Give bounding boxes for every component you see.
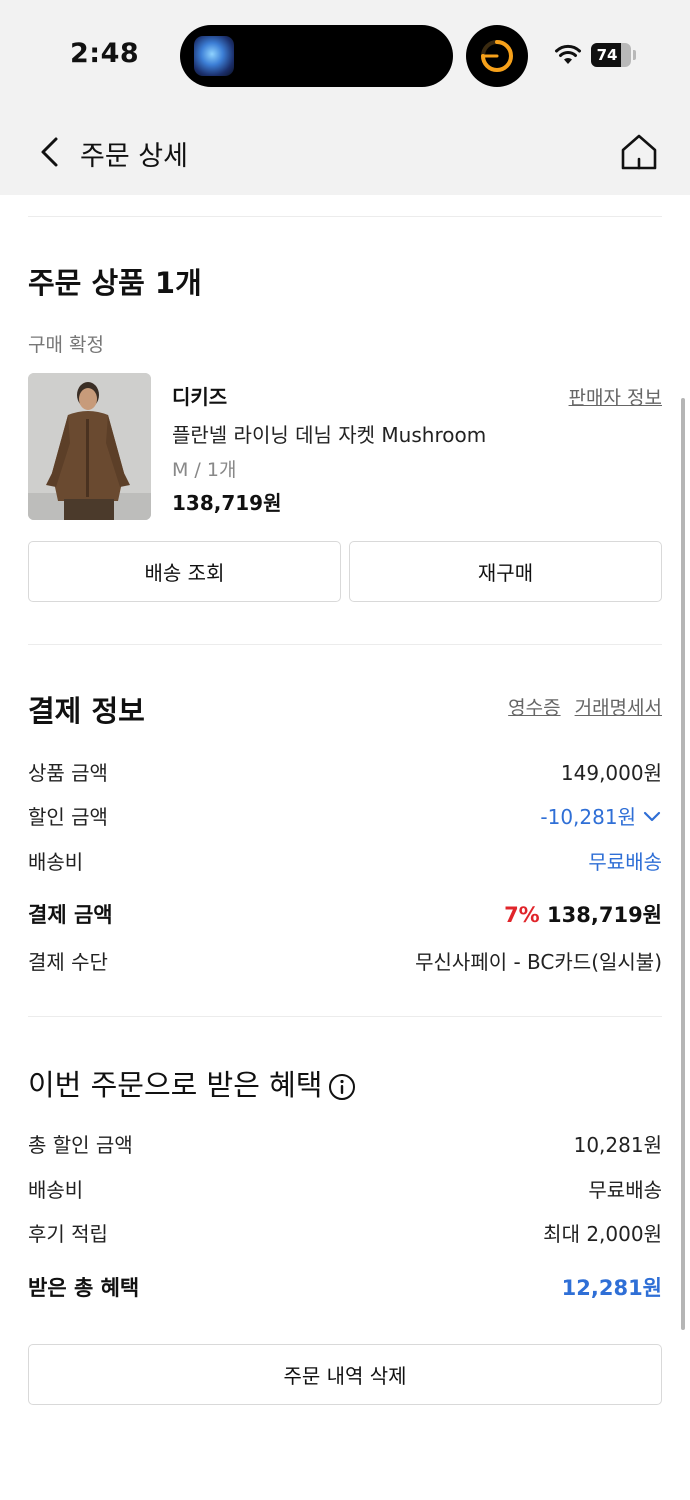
receipt-link[interactable]: 영수증 bbox=[508, 697, 560, 719]
timer-activity bbox=[466, 25, 528, 87]
payment-title: 결제 정보 bbox=[28, 694, 145, 728]
payment-method-value: 무신사페이 - BC카드(일시불) bbox=[415, 950, 662, 974]
statement-link[interactable]: 거래명세서 bbox=[575, 697, 662, 719]
review-points-value: 최대 2,000원 bbox=[543, 1222, 662, 1246]
total-amount: 7% 138,719원 bbox=[504, 899, 662, 929]
delete-order-button[interactable]: 주문 내역 삭제 bbox=[28, 1344, 662, 1405]
payment-method-label: 결제 수단 bbox=[28, 950, 108, 974]
battery-icon: 74 bbox=[591, 43, 631, 67]
benefit-shipping-label: 배송비 bbox=[28, 1178, 84, 1202]
status-bar: 2:48 74 bbox=[0, 0, 690, 110]
seller-info-link[interactable]: 판매자 정보 bbox=[569, 383, 662, 410]
product-option: M / 1개 bbox=[172, 459, 237, 481]
info-icon[interactable] bbox=[328, 1073, 356, 1101]
received-benefit-value: 12,281원 bbox=[561, 1276, 662, 1300]
battery-nub bbox=[633, 50, 636, 60]
total-discount-percent: 7% bbox=[504, 903, 540, 927]
scrollbar[interactable] bbox=[681, 398, 685, 1330]
nav-bar: 주문 상세 bbox=[0, 110, 690, 195]
shipping-value: 무료배송 bbox=[588, 850, 662, 874]
product-price: 138,719원 bbox=[172, 491, 282, 515]
discount-toggle[interactable]: -10,281원 bbox=[540, 801, 662, 830]
chevron-down-icon bbox=[643, 811, 661, 821]
total-discount-value: 10,281원 bbox=[573, 1133, 662, 1157]
dynamic-island bbox=[180, 25, 453, 87]
rebuy-button[interactable]: 재구매 bbox=[349, 541, 662, 602]
benefit-shipping-value: 무료배송 bbox=[588, 1178, 662, 1202]
total-discount-label: 총 할인 금액 bbox=[28, 1133, 133, 1157]
total-value: 138,719원 bbox=[547, 903, 662, 927]
section-divider bbox=[28, 644, 662, 645]
product-brand[interactable]: 디키즈 bbox=[172, 381, 227, 410]
timer-icon bbox=[481, 40, 513, 72]
benefits-title-wrap: 이번 주문으로 받은 혜택 bbox=[28, 1062, 356, 1104]
app-artwork-icon bbox=[194, 36, 234, 76]
section-divider bbox=[28, 1016, 662, 1017]
page-title: 주문 상세 bbox=[80, 141, 188, 172]
order-status-label: 구매 확정 bbox=[28, 334, 104, 356]
section-divider bbox=[28, 216, 662, 217]
battery-percent: 74 bbox=[596, 46, 618, 64]
wifi-icon bbox=[555, 44, 581, 64]
product-amount-label: 상품 금액 bbox=[28, 761, 108, 785]
order-products-title: 주문 상품 1개 bbox=[28, 266, 202, 300]
total-label: 결제 금액 bbox=[28, 903, 113, 927]
product-amount-value: 149,000원 bbox=[560, 761, 662, 785]
status-time: 2:48 bbox=[70, 38, 140, 69]
benefits-title: 이번 주문으로 받은 혜택 bbox=[28, 1068, 323, 1102]
review-points-label: 후기 적립 bbox=[28, 1222, 108, 1246]
product-image bbox=[28, 373, 151, 520]
received-benefit-label: 받은 총 혜택 bbox=[28, 1276, 140, 1300]
payment-links: 영수증 거래명세서 bbox=[494, 693, 662, 720]
discount-value: -10,281원 bbox=[540, 805, 636, 829]
discount-label: 할인 금액 bbox=[28, 805, 108, 829]
product-name[interactable]: 플란넬 라이닝 데님 자켓 Mushroom bbox=[172, 419, 486, 448]
home-icon[interactable] bbox=[620, 133, 658, 171]
track-delivery-button[interactable]: 배송 조회 bbox=[28, 541, 341, 602]
product-thumbnail[interactable] bbox=[28, 373, 151, 520]
back-chevron-icon[interactable] bbox=[38, 136, 60, 168]
shipping-label: 배송비 bbox=[28, 850, 84, 874]
